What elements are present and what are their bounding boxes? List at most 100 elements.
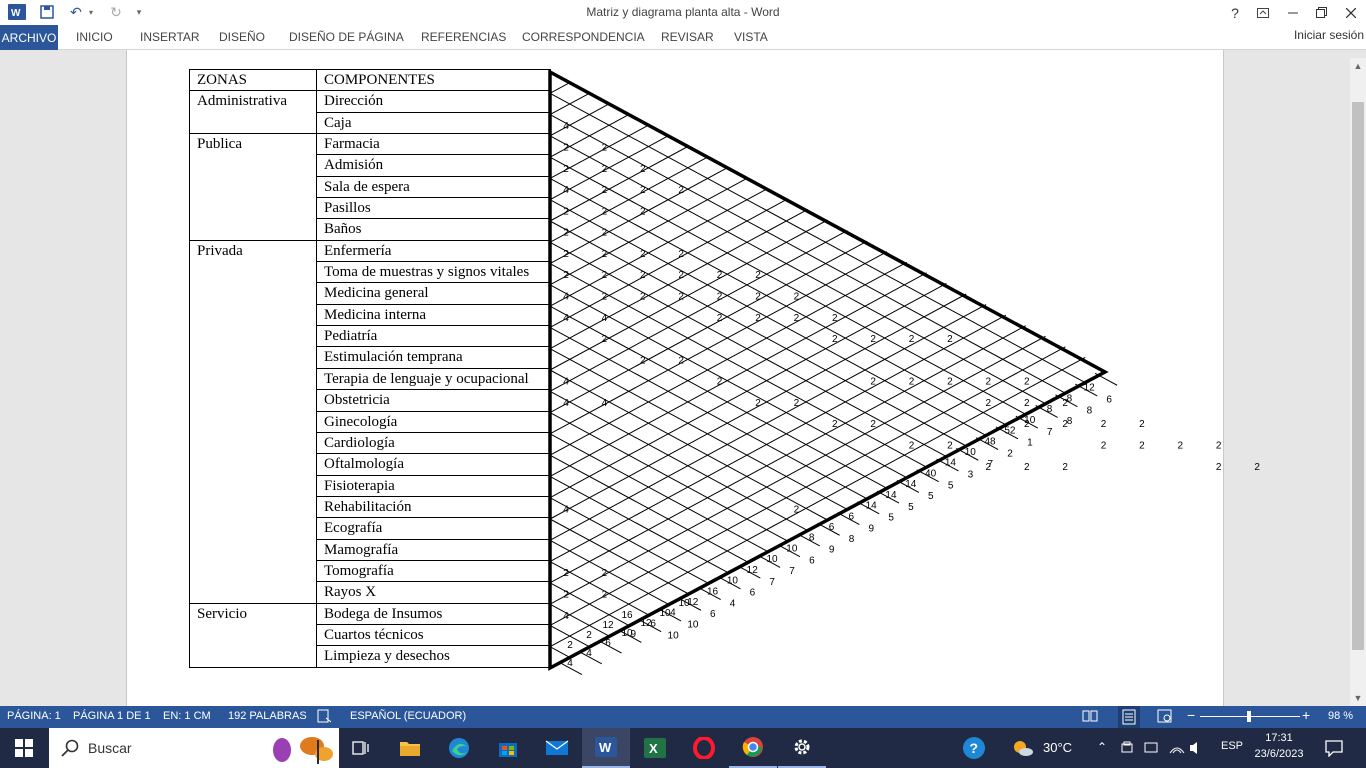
web-layout-icon[interactable] [1157, 709, 1173, 726]
status-pages[interactable]: PÁGINA 1 DE 1 [73, 710, 151, 722]
table-row: Publica Farmacia [189, 133, 551, 241]
component-cell[interactable]: Caja [316, 111, 551, 135]
help-button[interactable]: ? [1220, 0, 1250, 25]
svg-text:?: ? [970, 740, 979, 756]
vertical-scrollbar[interactable]: ▲ ▼ [1350, 58, 1366, 706]
component-cell[interactable]: Cuartos técnicos [316, 623, 551, 647]
tab-diseno-pagina[interactable]: DISEÑO DE PÁGINA [289, 30, 404, 44]
zoom-level[interactable]: 98 % [1328, 710, 1353, 722]
status-bar: PÁGINA: 1 PÁGINA 1 DE 1 EN: 1 CM 192 PAL… [0, 706, 1366, 728]
component-cell[interactable]: Medicina interna [316, 303, 551, 327]
scroll-thumb[interactable] [1352, 102, 1364, 650]
tray-icons[interactable] [1120, 738, 1200, 758]
tab-insertar[interactable]: INSERTAR [140, 30, 200, 44]
zones-table[interactable]: ZONAS COMPONENTES Administrativa Dirección C… [189, 68, 551, 668]
weather-temp[interactable]: 30°C [1043, 740, 1072, 755]
file-explorer-icon[interactable] [386, 728, 434, 768]
excel-icon[interactable]: X [631, 728, 679, 768]
opera-icon[interactable] [680, 728, 728, 768]
status-language[interactable]: ESPAÑOL (ECUADOR) [350, 710, 466, 722]
component-cell[interactable]: Dirección [316, 90, 551, 113]
clock-time[interactable]: 17:31 [1255, 732, 1303, 744]
tab-vista[interactable]: VISTA [734, 30, 768, 44]
close-icon[interactable] [1336, 0, 1366, 25]
edge-icon[interactable] [435, 728, 483, 768]
windows-start-icon[interactable] [0, 728, 48, 768]
status-position[interactable]: EN: 1 CM [163, 710, 211, 722]
search-icon [61, 739, 79, 757]
svg-text:X: X [649, 741, 658, 756]
scroll-up-icon[interactable]: ▲ [1350, 58, 1366, 74]
ribbon-display-options-icon[interactable] [1248, 0, 1278, 25]
mail-icon[interactable] [533, 728, 581, 768]
read-mode-icon[interactable] [1082, 709, 1098, 726]
component-cell[interactable]: Fisioterapia [316, 474, 551, 497]
signin-link[interactable]: Iniciar sesión [1294, 28, 1364, 42]
component-cell[interactable]: Rayos X [316, 581, 551, 604]
zone-cell[interactable]: Publica [189, 133, 317, 241]
zone-cell[interactable]: Privada [189, 239, 317, 604]
taskbar: Buscar W X ? 30°C ⌃ ESP 17:31 23/6/2023 [0, 728, 1366, 768]
word-taskbar-icon[interactable]: W [582, 728, 630, 768]
tab-inicio[interactable]: INICIO [76, 30, 113, 44]
task-view-icon[interactable] [337, 728, 385, 768]
component-cell[interactable]: Limpieza y desechos [316, 645, 551, 668]
component-cell[interactable]: Mamografía [316, 538, 551, 561]
help-taskbar-icon[interactable]: ? [950, 728, 998, 768]
status-page[interactable]: PÁGINA: 1 [7, 710, 61, 722]
minimize-icon[interactable] [1278, 0, 1308, 25]
print-layout-icon[interactable] [1118, 706, 1140, 728]
component-cell[interactable]: Sala de espera [316, 175, 551, 199]
component-cell[interactable]: Tomografía [316, 559, 551, 583]
component-cell[interactable]: Estimulación temprana [316, 346, 551, 369]
restore-icon[interactable] [1306, 0, 1336, 25]
show-hidden-icons-icon[interactable]: ⌃ [1097, 740, 1107, 754]
component-cell[interactable]: Toma de muestras y signos vitales [316, 261, 551, 284]
butterfly-flowers-icon [273, 737, 333, 764]
title-bar: W ↶ ▾ ↻ ▾ Matriz y diagrama planta alta … [0, 0, 1366, 25]
zone-cell[interactable]: Administrativa [189, 90, 317, 135]
zone-cell[interactable]: Servicio [189, 602, 317, 668]
components-header[interactable]: COMPONENTES [316, 68, 551, 92]
notifications-icon[interactable] [1312, 728, 1356, 768]
status-words[interactable]: 192 PALABRAS [228, 710, 307, 722]
component-cell[interactable]: Rehabilitación [316, 495, 551, 519]
component-cell[interactable]: Obstetricia [316, 389, 551, 412]
component-cell[interactable]: Medicina general [316, 282, 551, 305]
component-cell[interactable]: Oftalmología [316, 453, 551, 476]
table-row: Privada Enfermería [189, 239, 551, 604]
component-cell[interactable]: Ginecología [316, 410, 551, 433]
settings-icon[interactable] [778, 728, 826, 768]
window-title: Matriz y diagrama planta alta - Word [586, 5, 780, 19]
component-cell[interactable]: Cardiología [316, 431, 551, 455]
component-cell[interactable]: Farmacia [316, 133, 551, 156]
zoom-in-icon[interactable]: + [1302, 707, 1310, 723]
chrome-icon[interactable] [729, 728, 777, 768]
component-cell[interactable]: Bodega de Insumos [316, 602, 551, 625]
tab-diseno[interactable]: DISEÑO [219, 30, 265, 44]
component-cell[interactable]: Enfermería [316, 239, 551, 263]
ribbon-tabs: ARCHIVO INICIO INSERTAR DISEÑO DISEÑO DE… [0, 25, 1366, 50]
svg-text:W: W [599, 740, 612, 755]
tab-correspondencia[interactable]: CORRESPONDENCIA [522, 30, 645, 44]
store-icon[interactable] [484, 728, 532, 768]
component-cell[interactable]: Ecografía [316, 517, 551, 540]
tab-referencias[interactable]: REFERENCIAS [421, 30, 506, 44]
input-language[interactable]: ESP [1221, 740, 1243, 752]
component-cell[interactable]: Terapia de lenguaje y ocupacional [316, 367, 551, 391]
tab-revisar[interactable]: REVISAR [661, 30, 714, 44]
weather-icon[interactable] [1010, 728, 1036, 768]
component-cell[interactable]: Pediatría [316, 325, 551, 348]
component-cell[interactable]: Pasillos [316, 197, 551, 220]
tab-archivo[interactable]: ARCHIVO [0, 25, 58, 50]
scroll-down-icon[interactable]: ▼ [1350, 690, 1366, 706]
clock-date[interactable]: 23/6/2023 [1250, 748, 1308, 760]
component-cell[interactable]: Baños [316, 218, 551, 241]
component-cell[interactable]: Admisión [316, 154, 551, 177]
zones-header[interactable]: ZONAS [189, 68, 317, 92]
proofing-icon[interactable] [317, 709, 333, 726]
zoom-slider-thumb[interactable] [1247, 711, 1251, 722]
table-row: ZONAS COMPONENTES [189, 68, 551, 92]
taskbar-search[interactable]: Buscar [49, 728, 339, 768]
zoom-out-icon[interactable]: − [1187, 707, 1195, 723]
